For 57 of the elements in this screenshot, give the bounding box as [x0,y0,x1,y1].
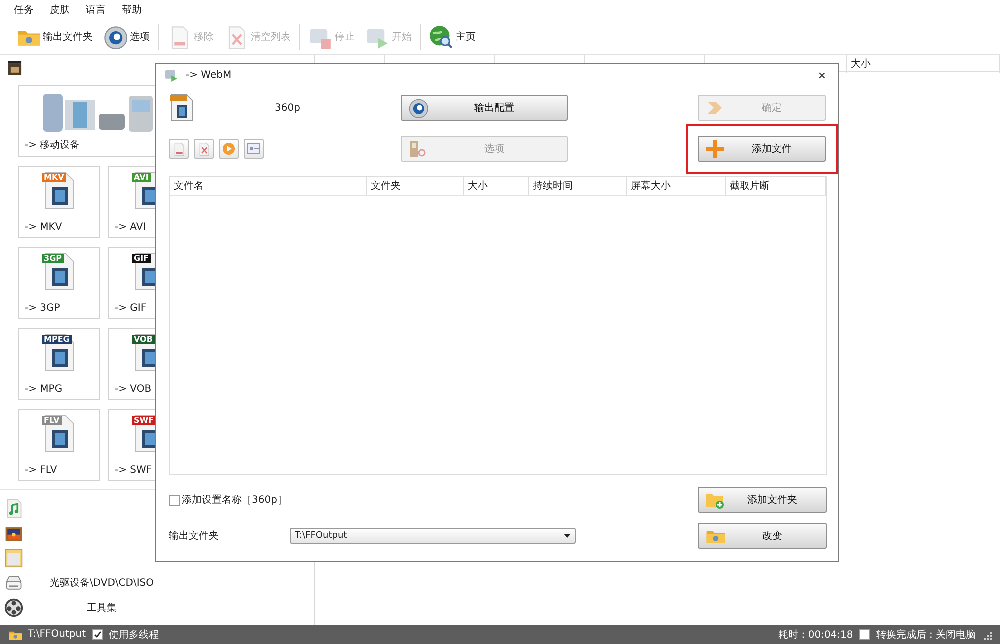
column-header[interactable]: 文件名 [170,177,367,195]
delete-icon [197,142,211,156]
info-card-icon [247,143,261,155]
music-icon [4,498,24,518]
format-tile[interactable]: MKV -> MKV [18,166,100,238]
column-header[interactable]: 文件夹 [367,177,464,195]
menu-item[interactable]: 帮助 [122,3,142,17]
toolbar-button[interactable]: 主页 [427,23,478,51]
output-path: T:\FFOutput [28,629,86,640]
elapsed-time: 耗时 : 00:04:18 [778,628,854,642]
column-header[interactable]: 持续时间 [529,177,627,195]
column-header[interactable]: 截取片断 [726,177,826,195]
caret-icon [564,534,571,538]
webm-file-icon [169,93,195,123]
play-button[interactable] [219,139,239,159]
dialog-title: -> WebM [186,70,233,80]
film-reel-icon [4,598,24,618]
category-label[interactable]: 光驱设备\DVD\CD\ISO [24,576,310,590]
toolbar-button[interactable]: 输出文件夹 [14,23,95,51]
menu-item[interactable]: 语言 [86,3,106,17]
remove-icon [172,142,186,156]
checkbox-label: 添加设置名称［360p］ [182,494,288,507]
menu-item[interactable]: 皮肤 [50,3,70,17]
settings-icon [408,98,428,118]
format-tile[interactable]: MPEG -> MPG [18,328,100,400]
checkbox[interactable] [92,629,103,640]
menu-item[interactable]: 任务 [14,3,34,17]
column-header[interactable]: 大小 [464,177,529,195]
document-icon [4,548,24,568]
output-config-button[interactable]: 输出配置 [401,95,568,121]
add-file-button[interactable]: 添加文件 [698,136,826,162]
info-button[interactable] [244,139,264,159]
checkbox[interactable] [169,494,180,506]
column-header[interactable]: 大小 [847,55,1000,73]
film-scissors-icon [408,139,428,159]
category-label[interactable]: 工具集 [24,600,310,614]
plus-icon [705,139,725,159]
app-icon [164,68,178,82]
toolbar-button[interactable]: 选项 [101,23,152,51]
preset-label: 360p [275,102,300,114]
clear-button[interactable] [194,139,214,159]
field-label: 输出文件夹 [169,530,220,543]
close-button[interactable]: × [814,68,830,82]
add-folder-button[interactable]: 添加文件夹 [698,487,827,513]
checkbox[interactable] [859,629,870,640]
checkbox-label: 使用多线程 [109,628,159,642]
settings-icon [103,25,127,49]
change-button[interactable]: 改变 [698,523,827,549]
folder-dropdown[interactable]: T:\FFOutput [290,528,576,544]
column-header[interactable]: 屏幕大小 [627,177,726,195]
checkbox-label: 转换完成后 : 关闭电脑 [876,628,976,642]
format-tile[interactable]: FLV -> FLV [18,409,100,481]
resize-grip-icon[interactable] [982,630,992,640]
globe-icon [429,25,453,49]
format-tile[interactable]: 3GP -> 3GP [18,247,100,319]
play-icon [222,142,236,156]
remove-file-button[interactable] [169,139,189,159]
